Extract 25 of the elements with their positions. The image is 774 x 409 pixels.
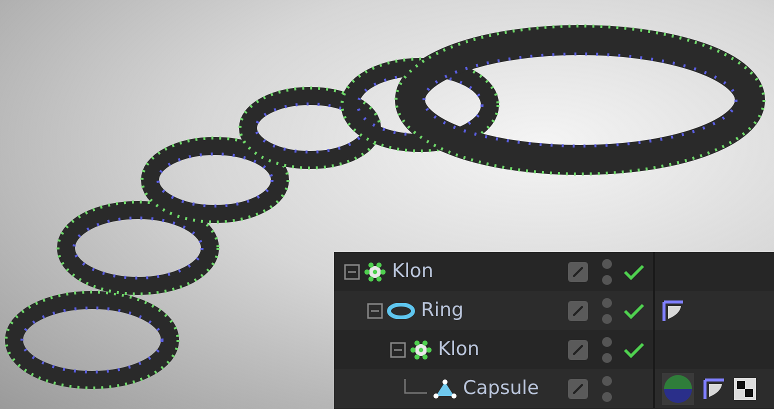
- edit-toggle-icon[interactable]: [568, 262, 588, 282]
- visibility-dots-icon[interactable]: [601, 336, 613, 364]
- edit-toggle-icon[interactable]: [568, 340, 588, 360]
- visibility-dots-icon[interactable]: [601, 296, 613, 324]
- object-name[interactable]: Klon: [392, 257, 434, 286]
- edit-toggle-icon[interactable]: [568, 300, 588, 320]
- check-icon[interactable]: [623, 302, 645, 320]
- pyramid-icon: [433, 378, 457, 400]
- visibility-dots-icon[interactable]: [601, 258, 613, 286]
- checker-tag-icon[interactable]: [734, 378, 756, 400]
- cloner-icon: [410, 338, 432, 360]
- object-name[interactable]: Capsule: [463, 374, 539, 403]
- check-icon[interactable]: [623, 262, 645, 280]
- cloner-icon: [364, 260, 386, 282]
- edit-toggle-icon[interactable]: [568, 378, 588, 398]
- collapse-icon[interactable]: [367, 302, 383, 318]
- torus-icon: [387, 302, 415, 318]
- visibility-dots-icon[interactable]: [601, 374, 613, 402]
- check-icon[interactable]: [623, 340, 645, 358]
- object-name[interactable]: Ring: [421, 296, 464, 325]
- phong-tag-icon[interactable]: [662, 300, 684, 322]
- collapse-icon[interactable]: [344, 264, 360, 280]
- phong-tag-icon[interactable]: [703, 378, 725, 400]
- collapse-icon[interactable]: [390, 342, 406, 358]
- object-name[interactable]: Klon: [438, 335, 480, 364]
